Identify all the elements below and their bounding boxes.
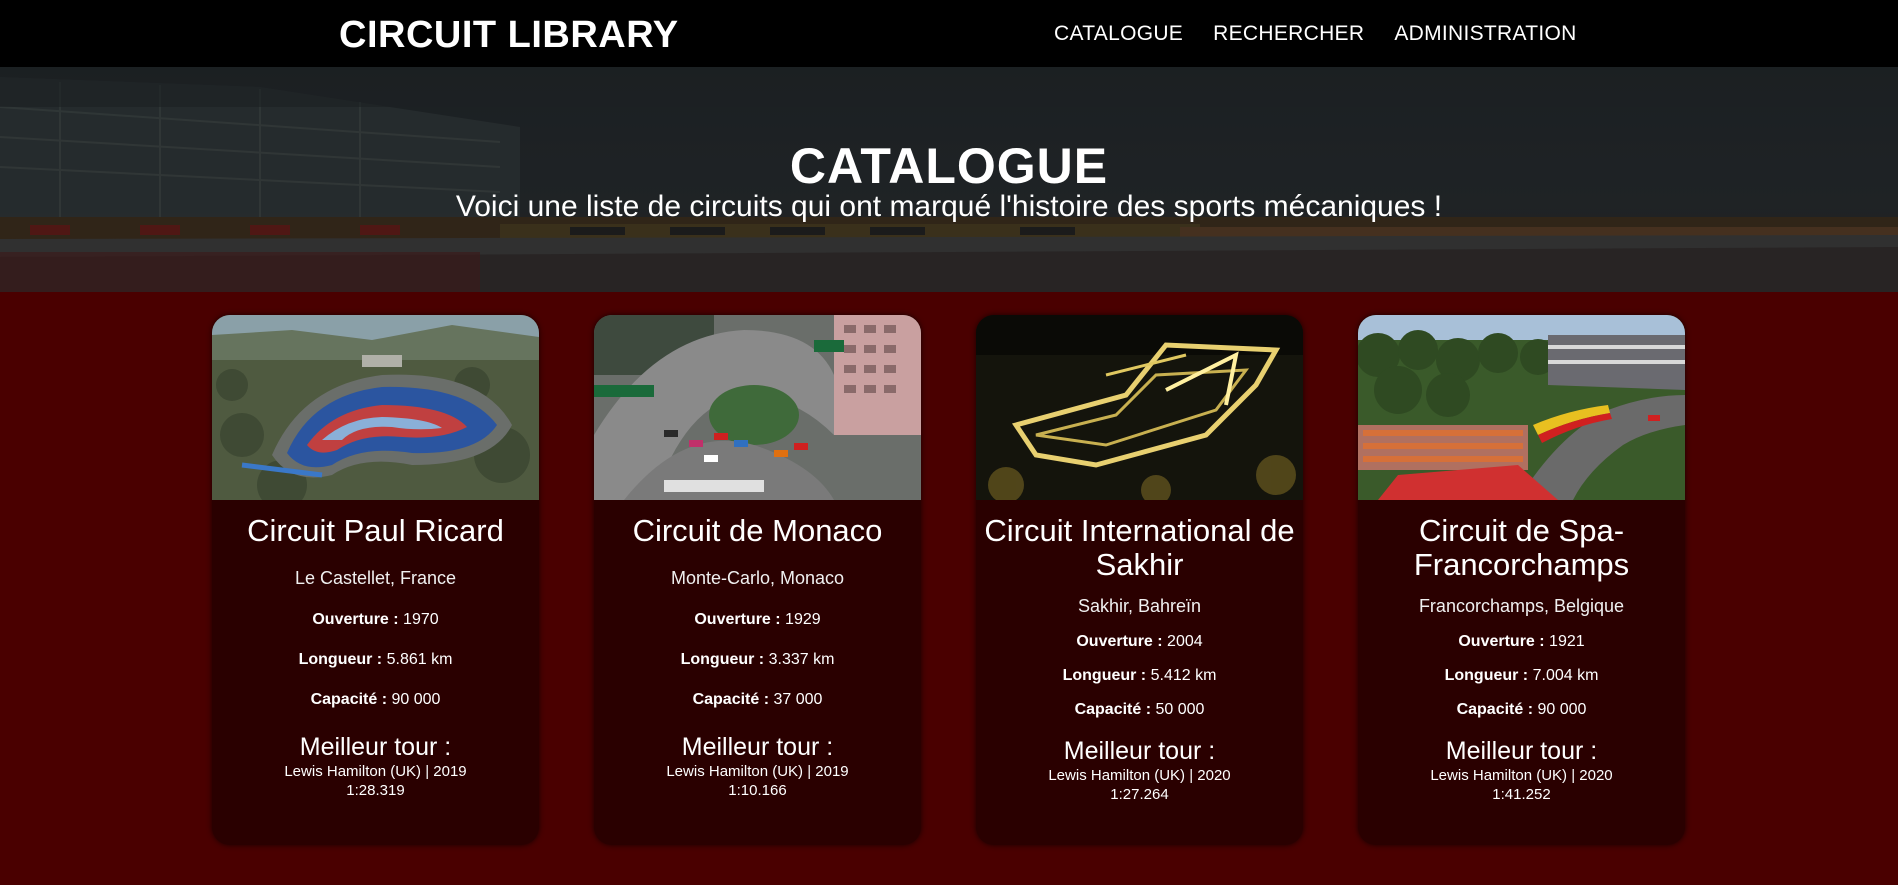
- best-lap-time: 1:41.252: [1492, 786, 1551, 803]
- opening-label: Ouverture :: [1076, 633, 1163, 650]
- circuit-length: Longueur : 3.337 km: [594, 651, 921, 669]
- nav-link-administration[interactable]: ADMINISTRATION: [1394, 22, 1576, 46]
- nav-link-catalogue[interactable]: CATALOGUE: [1054, 22, 1183, 46]
- capacity-label: Capacité :: [692, 691, 770, 708]
- circuit-capacity: Capacité : 37 000: [594, 691, 921, 709]
- page-title: CATALOGUE: [789, 138, 1109, 194]
- circuit-name: Circuit de Monaco: [632, 513, 883, 548]
- capacity-label: Capacité :: [1456, 701, 1534, 718]
- capacity-value: 50 000: [1155, 701, 1205, 718]
- site-brand[interactable]: CIRCUIT LIBRARY: [339, 14, 679, 57]
- opening-label: Ouverture :: [312, 611, 399, 628]
- circuit-capacity: Capacité : 90 000: [1358, 701, 1685, 719]
- length-value: 3.337 km: [768, 651, 835, 668]
- circuit-capacity: Capacité : 90 000: [212, 691, 539, 709]
- best-lap-title: Meilleur tour :: [299, 733, 452, 761]
- length-value: 7.004 km: [1532, 667, 1599, 684]
- page-subtitle: Voici une liste de circuits qui ont marq…: [455, 190, 1443, 223]
- capacity-label: Capacité :: [310, 691, 388, 708]
- best-lap-time: 1:10.166: [728, 782, 787, 799]
- circuit-photo: [212, 315, 539, 500]
- circuit-photo: [976, 315, 1303, 500]
- best-lap-driver: Lewis Hamilton (UK) | 2019: [284, 763, 467, 780]
- length-label: Longueur :: [1062, 667, 1147, 684]
- nav-links: CATALOGUE RECHERCHER ADMINISTRATION: [1054, 22, 1577, 46]
- circuit-card[interactable]: Circuit International de Sakhir Sakhir, …: [976, 315, 1303, 845]
- circuit-opening: Ouverture : 1970: [212, 611, 539, 629]
- capacity-value: 90 000: [1537, 701, 1587, 718]
- circuit-opening: Ouverture : 1921: [1358, 633, 1685, 651]
- best-lap-title: Meilleur tour :: [1445, 737, 1598, 765]
- capacity-value: 37 000: [773, 691, 823, 708]
- circuit-length: Longueur : 7.004 km: [1358, 667, 1685, 685]
- circuit-name: Circuit de Spa-Francorchamps: [1413, 513, 1630, 582]
- circuit-capacity: Capacité : 50 000: [976, 701, 1303, 719]
- circuit-opening: Ouverture : 2004: [976, 633, 1303, 651]
- circuit-name: Circuit Paul Ricard: [247, 513, 504, 548]
- best-lap-time: 1:28.319: [346, 782, 405, 799]
- circuit-location: Francorchamps, Belgique: [1418, 596, 1625, 616]
- opening-label: Ouverture :: [694, 611, 781, 628]
- circuit-card[interactable]: Circuit Paul Ricard Le Castellet, France…: [212, 315, 539, 845]
- nav-link-rechercher[interactable]: RECHERCHER: [1213, 22, 1364, 46]
- circuit-photo: [1358, 315, 1685, 500]
- hero-banner: CATALOGUE Voici une liste de circuits qu…: [0, 67, 1898, 292]
- circuit-location: Sakhir, Bahreïn: [1077, 596, 1202, 616]
- length-value: 5.412 km: [1150, 667, 1217, 684]
- best-lap-driver: Lewis Hamilton (UK) | 2020: [1048, 767, 1231, 784]
- capacity-label: Capacité :: [1074, 701, 1152, 718]
- length-label: Longueur :: [680, 651, 765, 668]
- capacity-value: 90 000: [391, 691, 441, 708]
- circuit-card[interactable]: Circuit de Spa-Francorchamps Francorcham…: [1358, 315, 1685, 845]
- best-lap-time: 1:27.264: [1110, 786, 1169, 803]
- opening-value: 1970: [403, 611, 439, 628]
- circuit-length: Longueur : 5.861 km: [212, 651, 539, 669]
- circuit-card-list: Circuit Paul Ricard Le Castellet, France…: [212, 315, 1685, 845]
- circuit-length: Longueur : 5.412 km: [976, 667, 1303, 685]
- best-lap-driver: Lewis Hamilton (UK) | 2019: [666, 763, 849, 780]
- circuit-location: Monte-Carlo, Monaco: [670, 568, 845, 588]
- circuit-photo: [594, 315, 921, 500]
- opening-value: 1929: [785, 611, 821, 628]
- length-label: Longueur :: [1444, 667, 1529, 684]
- circuit-card[interactable]: Circuit de Monaco Monte-Carlo, Monaco Ou…: [594, 315, 921, 845]
- circuit-opening: Ouverture : 1929: [594, 611, 921, 629]
- opening-value: 1921: [1549, 633, 1585, 650]
- best-lap-title: Meilleur tour :: [681, 733, 834, 761]
- opening-label: Ouverture :: [1458, 633, 1545, 650]
- length-value: 5.861 km: [386, 651, 453, 668]
- circuit-location: Le Castellet, France: [294, 568, 457, 588]
- circuit-name: Circuit International de Sakhir: [984, 513, 1295, 582]
- best-lap-title: Meilleur tour :: [1063, 737, 1216, 765]
- best-lap-driver: Lewis Hamilton (UK) | 2020: [1430, 767, 1613, 784]
- opening-value: 2004: [1167, 633, 1203, 650]
- length-label: Longueur :: [298, 651, 383, 668]
- top-navbar: CIRCUIT LIBRARY CATALOGUE RECHERCHER ADM…: [0, 0, 1898, 67]
